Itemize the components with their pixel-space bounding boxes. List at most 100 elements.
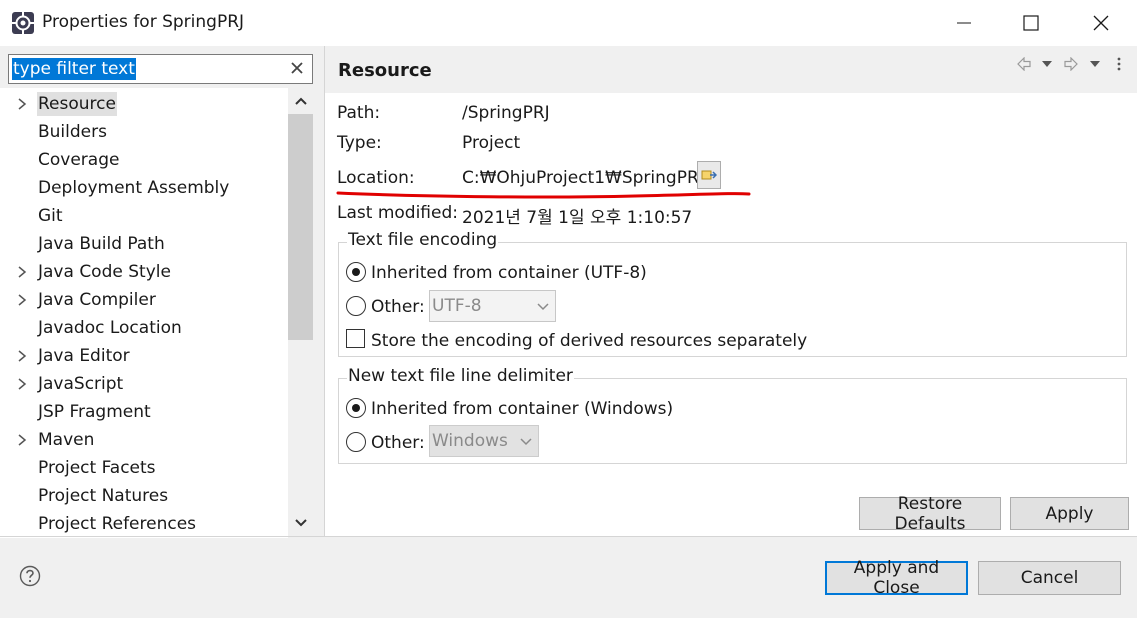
view-menu-button[interactable]: [1110, 56, 1128, 72]
tree-item-label[interactable]: Project References: [37, 512, 197, 536]
expand-arrow-icon[interactable]: [15, 97, 29, 111]
expand-arrow-icon[interactable]: [15, 293, 29, 307]
title-bar: Properties for SpringPRJ: [0, 0, 1137, 46]
expand-arrow-icon[interactable]: [15, 377, 29, 391]
tree-item-label[interactable]: Builders: [37, 120, 108, 144]
delimiter-select[interactable]: Windows: [429, 425, 539, 457]
filter-input[interactable]: type filter text: [8, 54, 313, 84]
tree-item[interactable]: Java Build Path: [0, 230, 288, 258]
apply-and-close-button[interactable]: Apply and Close: [825, 558, 968, 598]
tree-item-label[interactable]: Javadoc Location: [37, 316, 183, 340]
filter-text[interactable]: type filter text: [12, 58, 136, 80]
tree-item-label[interactable]: JavaScript: [37, 372, 124, 396]
location-value: C:₩OhjuProject1₩SpringPRJ: [462, 168, 704, 188]
expand-arrow-icon[interactable]: [15, 349, 29, 363]
back-button[interactable]: [1015, 56, 1033, 72]
restore-defaults-button[interactable]: Restore Defaults: [859, 494, 1001, 534]
back-menu-button[interactable]: [1038, 56, 1056, 72]
close-icon: [1093, 15, 1109, 31]
encoding-other-label[interactable]: Other:: [371, 297, 425, 317]
encoding-select[interactable]: UTF-8: [429, 290, 556, 322]
tree-item-label[interactable]: Java Compiler: [37, 288, 157, 312]
tree-item[interactable]: Project Facets: [0, 454, 288, 482]
tree-item-label[interactable]: Maven: [37, 428, 95, 452]
scrollbar-thumb[interactable]: [288, 114, 313, 340]
tree-item[interactable]: JavaScript: [0, 370, 288, 398]
scroll-up-button[interactable]: [288, 88, 313, 114]
store-derived-encoding-label[interactable]: Store the encoding of derived resources …: [371, 331, 807, 351]
delimiter-other-label[interactable]: Other:: [371, 433, 425, 453]
tree-item[interactable]: Project Natures: [0, 482, 288, 510]
type-label: Type:: [337, 133, 382, 153]
apply-button[interactable]: Apply: [1010, 497, 1129, 530]
minimize-button[interactable]: [941, 0, 987, 46]
forward-menu-button[interactable]: [1086, 56, 1104, 72]
cancel-button[interactable]: Cancel: [978, 561, 1121, 595]
delimiter-inherited-label[interactable]: Inherited from container (Windows): [371, 399, 673, 419]
expand-arrow-icon[interactable]: [15, 265, 29, 279]
delimiter-inherited-radio[interactable]: [346, 398, 366, 418]
tree-item-label[interactable]: Java Editor: [37, 344, 131, 368]
chevron-down-icon: [537, 303, 549, 311]
eclipse-app-icon: [12, 12, 34, 34]
encoding-other-radio[interactable]: [346, 296, 366, 316]
open-location-icon: [701, 170, 717, 180]
show-in-explorer-button[interactable]: [697, 161, 721, 189]
tree-item[interactable]: Builders: [0, 118, 288, 146]
expand-arrow-icon[interactable]: [15, 433, 29, 447]
store-derived-encoding-checkbox[interactable]: [346, 329, 365, 348]
tree-scrollbar[interactable]: [288, 88, 313, 538]
clear-icon: [291, 62, 303, 74]
close-button[interactable]: [1078, 0, 1124, 46]
forward-button[interactable]: [1062, 56, 1080, 72]
tree-item[interactable]: Maven: [0, 426, 288, 454]
dropdown-arrow-icon: [1042, 61, 1052, 67]
last-modified-value: 2021년 7월 1일 오후 1:10:57: [462, 208, 693, 228]
encoding-inherited-label[interactable]: Inherited from container (UTF-8): [371, 263, 647, 283]
back-arrow-icon: [1017, 57, 1031, 71]
maximize-icon: [1023, 15, 1039, 31]
encoding-select-value: UTF-8: [432, 296, 482, 316]
text-file-encoding-group: Text file encoding Inherited from contai…: [338, 230, 1127, 357]
tree-item[interactable]: Project References: [0, 510, 288, 538]
forward-arrow-icon: [1064, 57, 1078, 71]
chevron-up-icon: [294, 97, 307, 105]
page-title: Resource: [338, 60, 432, 81]
tree-item[interactable]: Java Editor: [0, 342, 288, 370]
tree-item[interactable]: JSP Fragment: [0, 398, 288, 426]
last-modified-label: Last modified:: [337, 203, 458, 223]
line-delimiter-group: New text file line delimiter Inherited f…: [338, 366, 1127, 464]
window-title: Properties for SpringPRJ: [42, 12, 245, 32]
more-options-icon: [1117, 57, 1121, 71]
tree-item-label[interactable]: Deployment Assembly: [37, 176, 230, 200]
tree-item-label[interactable]: Project Facets: [37, 456, 157, 480]
encoding-inherited-radio[interactable]: [346, 262, 366, 282]
clear-filter-button[interactable]: [286, 57, 308, 79]
tree-item-label[interactable]: Resource: [37, 92, 117, 116]
tree-item[interactable]: Resource: [0, 90, 288, 118]
tree-item-label[interactable]: Java Code Style: [37, 260, 172, 284]
tree-item-label[interactable]: Java Build Path: [37, 232, 166, 256]
minimize-icon: [957, 22, 971, 24]
property-page-tree[interactable]: Resource Builders Coverage Deployment Assem…: [0, 88, 313, 538]
tree-item-label[interactable]: Git: [37, 204, 64, 228]
tree-item[interactable]: Git: [0, 202, 288, 230]
tree-item-label[interactable]: JSP Fragment: [37, 400, 152, 424]
help-icon[interactable]: [19, 565, 41, 587]
tree-item[interactable]: Coverage: [0, 146, 288, 174]
tree-item-label[interactable]: Project Natures: [37, 484, 169, 508]
tree-item[interactable]: Java Compiler: [0, 286, 288, 314]
tree-item-label[interactable]: Coverage: [37, 148, 120, 172]
dropdown-arrow-icon: [1090, 61, 1100, 67]
footer-separator: [0, 536, 1137, 537]
page-header: Resource: [325, 46, 1137, 93]
maximize-button[interactable]: [1008, 0, 1054, 46]
tree-item[interactable]: Java Code Style: [0, 258, 288, 286]
chevron-down-icon: [294, 519, 307, 527]
scroll-down-button[interactable]: [288, 510, 313, 536]
tree-item[interactable]: Javadoc Location: [0, 314, 288, 342]
delimiter-other-radio[interactable]: [346, 432, 366, 452]
path-value: /SpringPRJ: [462, 103, 550, 123]
location-label: Location:: [337, 168, 415, 188]
tree-item[interactable]: Deployment Assembly: [0, 174, 288, 202]
